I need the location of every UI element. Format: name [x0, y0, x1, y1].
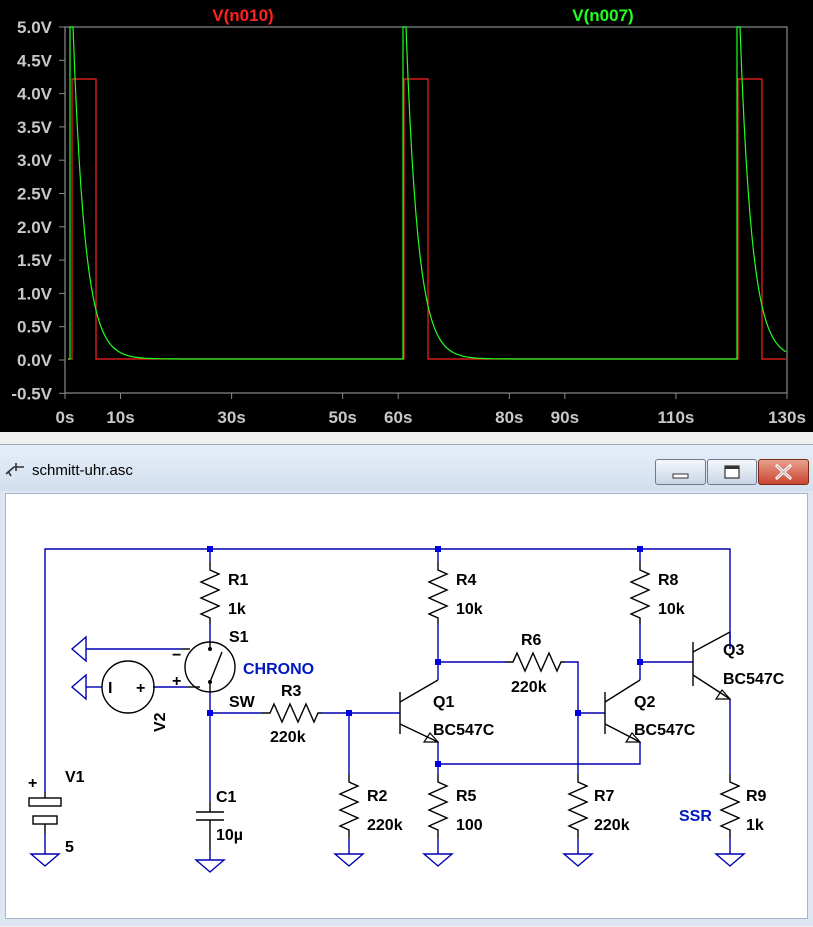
- net-label-ssr: SSR: [679, 808, 712, 825]
- q1-model: BC547C: [433, 722, 495, 739]
- r8-value: 10k: [658, 601, 685, 618]
- r3-name: R3: [281, 683, 302, 700]
- transistor-q1[interactable]: Q1 BC547C: [399, 679, 495, 743]
- v1-plus-sign: +: [28, 775, 37, 792]
- q1-name: Q1: [433, 694, 454, 711]
- r1-name: R1: [228, 572, 249, 589]
- resistor-r2[interactable]: R2 220k: [338, 774, 403, 838]
- v1-name: V1: [65, 769, 85, 786]
- r6-name: R6: [521, 632, 542, 649]
- resistor-r4[interactable]: R4 10k: [427, 562, 483, 624]
- r1-value: 1k: [228, 601, 246, 618]
- v2-plus-sign: +: [136, 680, 145, 697]
- s1-name: S1: [229, 629, 249, 646]
- voltage-source-v1[interactable]: + V1 5: [28, 769, 85, 856]
- q3-name: Q3: [723, 642, 744, 659]
- transistor-q2[interactable]: Q2 BC547C: [604, 679, 696, 743]
- voltage-source-v2[interactable]: I + V2: [101, 660, 169, 732]
- s1-minus-sign: −: [172, 647, 181, 664]
- q2-model: BC547C: [634, 722, 696, 739]
- schematic-window: schmitt-uhr.asc R1 1k R4 10k R8 10k R3 2…: [0, 444, 813, 926]
- v1-value: 5: [65, 839, 74, 856]
- s1-sub-sw: SW: [229, 694, 256, 711]
- schematic-drawing: R1 1k R4 10k R8 10k R3 220k R6 220k R2 2…: [28, 546, 785, 873]
- r4-value: 10k: [456, 601, 483, 618]
- resistor-r7[interactable]: R7 220k: [567, 774, 630, 838]
- c1-name: C1: [216, 789, 237, 806]
- r8-name: R8: [658, 572, 679, 589]
- schematic-canvas[interactable]: R1 1k R4 10k R8 10k R3 220k R6 220k R2 2…: [5, 493, 808, 919]
- ground-symbols: [29, 853, 746, 873]
- r6-value: 220k: [511, 679, 547, 696]
- r9-name: R9: [746, 788, 767, 805]
- capacitor-c1[interactable]: C1 10µ: [196, 789, 243, 850]
- r3-value: 220k: [270, 729, 306, 746]
- r4-name: R4: [456, 572, 477, 589]
- r5-value: 100: [456, 817, 483, 834]
- transistor-q3[interactable]: Q3 BC547C: [692, 631, 785, 700]
- resistor-r9[interactable]: R9 1k: [719, 774, 767, 838]
- v2-minus-sign: I: [108, 680, 112, 697]
- v2-terminal-arrows: [70, 635, 87, 701]
- resistor-r6[interactable]: R6 220k: [505, 632, 565, 696]
- r7-name: R7: [594, 788, 615, 805]
- s1-plus-sign: +: [172, 673, 181, 690]
- r2-value: 220k: [367, 817, 403, 834]
- v2-name: V2: [152, 712, 169, 732]
- r7-value: 220k: [594, 817, 630, 834]
- q3-model: BC547C: [723, 671, 785, 688]
- resistor-r8[interactable]: R8 10k: [629, 562, 685, 624]
- s1-model-chrono: CHRONO: [243, 661, 314, 678]
- r5-name: R5: [456, 788, 477, 805]
- resistor-r5[interactable]: R5 100: [427, 774, 483, 838]
- r9-value: 1k: [746, 817, 764, 834]
- r2-name: R2: [367, 788, 388, 805]
- resistor-r1[interactable]: R1 1k: [199, 562, 249, 624]
- c1-value: 10µ: [216, 827, 243, 844]
- q2-name: Q2: [634, 694, 655, 711]
- resistor-r3[interactable]: R3 220k: [262, 683, 322, 746]
